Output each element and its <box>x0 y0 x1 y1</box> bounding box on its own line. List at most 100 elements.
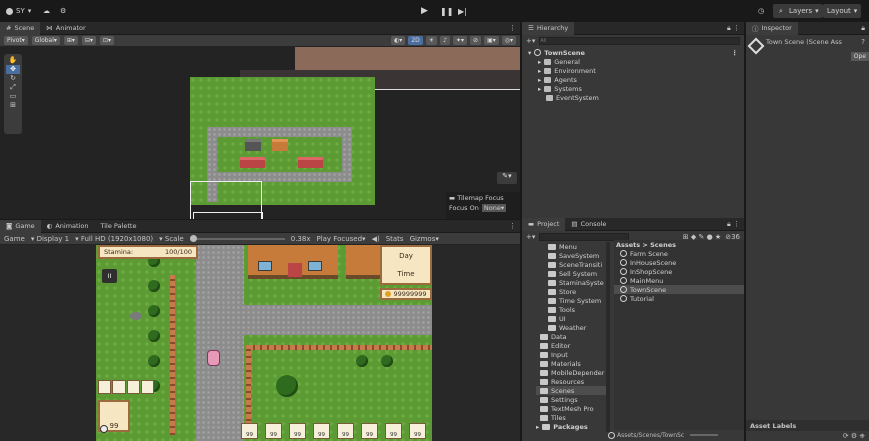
resolution-dropdown[interactable]: ▾ Full HD (1920x1080) <box>75 235 153 243</box>
project-folder[interactable]: Tiles <box>536 413 606 422</box>
project-folder[interactable]: SceneTransiti <box>536 260 606 269</box>
account-button[interactable]: SY ▾ <box>6 4 31 18</box>
gizmos-dropdown[interactable]: Gizmos▾ <box>410 235 439 243</box>
display-dropdown[interactable]: ▾ Display 1 <box>31 235 69 243</box>
tab-hierarchy[interactable]: ☰ Hierarchy <box>522 21 575 35</box>
hand-tool-icon[interactable]: ✋ <box>6 56 20 65</box>
effects-dropdown[interactable]: ✦▾ <box>452 36 468 45</box>
hotbar-slot[interactable]: 99 <box>241 423 258 439</box>
hierarchy-item[interactable]: ▸ Environment <box>528 66 738 75</box>
status-icons[interactable]: ⟳ ⚙ ⎈ <box>843 432 865 441</box>
gizmos-dropdown[interactable]: ◎▾ <box>501 36 516 45</box>
pivot-dropdown[interactable]: Pivot ▾ <box>4 36 28 45</box>
open-button[interactable]: Ope <box>850 52 869 61</box>
game-mode-dropdown[interactable]: Game <box>4 235 25 243</box>
tab-animator[interactable]: ⋈ Animator <box>40 22 91 35</box>
hierarchy-item[interactable]: ▸ General <box>528 57 738 66</box>
hierarchy-item[interactable]: ▸ Agents <box>528 75 738 84</box>
hierarchy-item[interactable]: ▸ Systems <box>528 84 738 93</box>
camera-dropdown[interactable]: ▣▾ <box>484 36 499 45</box>
kebab-menu-icon[interactable]: ⋮ <box>509 222 520 230</box>
scene-viewport[interactable]: ✋ ✥ ↻ ⤢ ▭ ⊞ ✎▾ ▬ Tilemap Focus Focus On … <box>0 47 520 219</box>
hotbar-slot[interactable]: 99 <box>361 423 378 439</box>
add-dropdown[interactable]: +▾ <box>526 233 535 241</box>
tilemap-overlay-dropdown[interactable]: ✎▾ <box>497 172 517 184</box>
help-icon[interactable]: ? <box>861 38 865 46</box>
rect-tool-icon[interactable]: ▭ <box>6 92 20 101</box>
step-button[interactable]: ▶| <box>458 4 467 18</box>
kebab-menu-icon[interactable]: ⋮ <box>732 49 739 57</box>
hotbar-slot[interactable]: 99 <box>409 423 426 439</box>
scene-asset[interactable]: InShopScene <box>614 267 744 276</box>
draw-mode-dropdown[interactable]: ◐▾ <box>391 36 406 45</box>
snap-increment-dropdown[interactable]: ⊟▾ <box>81 36 96 45</box>
hierarchy-root[interactable]: ▾ TownScene ⋮ <box>528 48 738 57</box>
project-folder[interactable]: Store <box>536 287 606 296</box>
project-folder[interactable]: Time System <box>536 296 606 305</box>
play-focused-dropdown[interactable]: Play Focused▾ <box>316 235 365 243</box>
icon-size-slider[interactable] <box>690 434 719 436</box>
project-folder[interactable]: TextMesh Pro <box>536 404 606 413</box>
layers-dropdown[interactable]: Layers ▾ <box>785 4 823 18</box>
hotbar-slot[interactable]: 99 <box>265 423 282 439</box>
scene-asset-selected[interactable]: TownScene <box>614 285 744 294</box>
cloud-icon[interactable]: ☁ <box>43 4 50 18</box>
scene-asset[interactable]: MainMenu <box>614 276 744 285</box>
hotbar-slot[interactable]: 99 <box>313 423 330 439</box>
kebab-menu-icon[interactable]: ⋮ <box>509 24 520 32</box>
transform-tool-icon[interactable]: ⊞ <box>6 101 20 110</box>
asset-labels[interactable]: Asset Labels <box>746 420 869 431</box>
audio-icon[interactable]: ♪ <box>440 36 450 45</box>
project-folder-selected[interactable]: Scenes <box>536 386 606 395</box>
scene-asset[interactable]: InHouseScene <box>614 258 744 267</box>
scene-asset[interactable]: Farm Scene <box>614 249 744 258</box>
mute-audio-icon[interactable]: ◀) <box>372 235 380 243</box>
pause-button[interactable]: ❚❚ <box>440 4 453 18</box>
lighting-icon[interactable]: ☀ <box>425 36 438 45</box>
rotate-tool-icon[interactable]: ↻ <box>6 74 20 83</box>
play-button[interactable]: ▶ <box>421 4 428 18</box>
project-breadcrumb[interactable]: Assets > Scenes <box>614 240 744 249</box>
focus-on-dropdown[interactable]: None▾ <box>481 204 507 212</box>
hotbar-slot[interactable]: 99 <box>337 423 354 439</box>
project-folder[interactable]: MobileDepender <box>536 368 606 377</box>
hidden-objects-icon[interactable]: ⊘ <box>470 36 482 45</box>
hotbar-slot[interactable]: 99 <box>289 423 306 439</box>
inventory-slot[interactable] <box>126 380 140 394</box>
add-dropdown[interactable]: +▾ <box>526 37 535 45</box>
project-folder[interactable]: StaminaSyste <box>536 278 606 287</box>
stats-button[interactable]: Stats <box>386 235 404 243</box>
tab-inspector[interactable]: ⓘ Inspector <box>746 21 798 35</box>
hotbar-slot[interactable]: 99 <box>385 423 402 439</box>
2d-toggle[interactable]: 2D <box>408 36 423 45</box>
hierarchy-item[interactable]: EventSystem <box>528 93 738 102</box>
tab-animation[interactable]: ◐ Animation <box>41 220 95 233</box>
move-tool-icon[interactable]: ✥ <box>6 65 20 74</box>
project-folder[interactable]: UI <box>536 314 606 323</box>
global-dropdown[interactable]: Global ▾ <box>31 36 60 45</box>
tab-project[interactable]: ▬ Project <box>522 217 566 231</box>
layout-dropdown[interactable]: Layout ▾ <box>823 4 862 18</box>
collab-icon[interactable]: ⚙ <box>60 4 66 18</box>
hierarchy-search-input[interactable] <box>539 36 740 45</box>
scene-asset[interactable]: Tutorial <box>614 294 744 303</box>
pause-game-button[interactable]: II <box>102 269 117 283</box>
tool-settings-dropdown[interactable]: ⊡▾ <box>100 36 115 45</box>
project-scrollbar[interactable] <box>606 242 610 432</box>
project-folder[interactable]: Materials <box>536 359 606 368</box>
inventory-slot[interactable] <box>98 380 112 394</box>
lock-icon[interactable]: 🔒︎ ⋮ <box>727 220 744 229</box>
scale-tool-icon[interactable]: ⤢ <box>6 83 20 92</box>
lock-icon[interactable]: 🔒︎ ⋮ <box>727 24 744 33</box>
project-folder[interactable]: SaveSystem <box>536 251 606 260</box>
project-folder[interactable]: Data <box>536 332 606 341</box>
tab-console[interactable]: ▤ Console <box>565 218 612 231</box>
project-folder[interactable]: Sell System <box>536 269 606 278</box>
lock-icon[interactable]: 🔒︎ <box>861 24 869 33</box>
tab-scene[interactable]: # Scene <box>0 21 41 35</box>
game-view[interactable]: Stamina: 100/100 Day Time 99999999 II 99… <box>96 245 432 441</box>
project-folder[interactable]: Settings <box>536 395 606 404</box>
project-folder[interactable]: Weather <box>536 323 606 332</box>
tab-tile-palette[interactable]: Tile Palette <box>94 220 142 233</box>
project-folder[interactable]: Input <box>536 350 606 359</box>
